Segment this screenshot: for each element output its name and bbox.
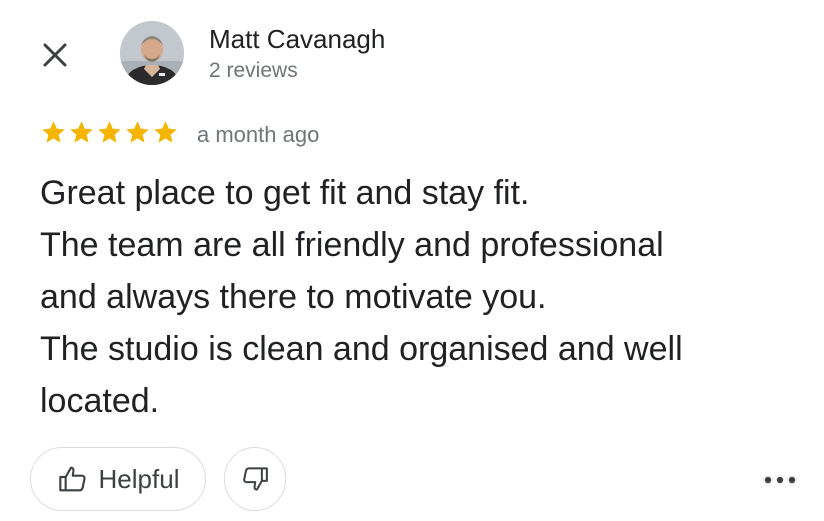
helpful-label: Helpful [98,463,180,494]
review-card: Matt Cavanagh 2 reviews a month ago Grea… [0,0,824,521]
review-date: a month ago [197,122,320,147]
star-icon [70,121,93,143]
reviewer-photo [120,21,184,85]
more-horizontal-icon [764,476,796,484]
close-button[interactable] [36,36,74,74]
review-text: Great place to get fit and stay fit. The… [40,167,810,427]
close-icon [43,43,67,67]
star-rating [40,119,179,146]
reviewer-name[interactable]: Matt Cavanagh [209,24,385,54]
star-icon [154,121,177,143]
reviewer-review-count: 2 reviews [209,59,298,82]
review-text-line: Great place to get fit and stay fit. [40,174,530,212]
more-options-button[interactable] [756,462,804,498]
thumbs-down-icon [243,467,268,491]
star-icon [42,121,65,143]
star-icon [126,121,149,143]
review-text-line: The studio is clean and organised and we… [40,330,683,368]
star-icon [98,121,121,143]
avatar[interactable] [120,21,184,85]
thumbs-up-icon [58,466,86,492]
review-text-line: and always there to motivate you. [40,278,547,316]
helpful-button[interactable]: Helpful [30,447,206,511]
review-text-line: The team are all friendly and profession… [40,226,664,264]
review-text-line: located. [40,382,160,420]
not-helpful-button[interactable] [224,447,286,511]
